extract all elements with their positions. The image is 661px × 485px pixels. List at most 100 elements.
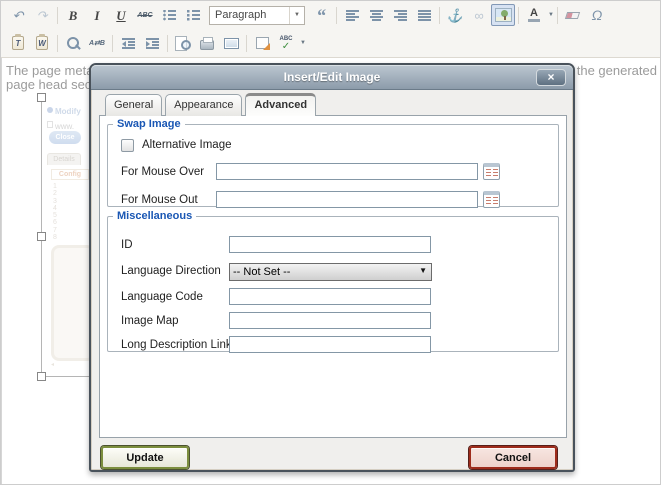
anchor-icon: ⚓ — [447, 9, 463, 22]
language-code-input[interactable] — [229, 288, 431, 305]
dialog-titlebar[interactable]: Insert/Edit Image × — [91, 65, 573, 90]
numbered-list-button[interactable] — [181, 4, 205, 26]
bold-button[interactable]: B — [61, 4, 85, 26]
tab-advanced[interactable]: Advanced — [245, 93, 316, 116]
toolbar-row-2: T W A⇄B ABC✓ ▼ — [1, 29, 660, 57]
toolbar-separator — [518, 7, 519, 24]
mouse-over-browse-button[interactable] — [483, 163, 500, 180]
language-direction-select-wrap: -- Not Set -- ▼ — [229, 262, 432, 280]
align-left-button[interactable] — [340, 4, 364, 26]
special-char-button[interactable]: Ω — [585, 4, 609, 26]
align-right-icon — [394, 10, 407, 21]
format-select-value: Paragraph — [210, 9, 289, 21]
advanced-tab-panel: Swap Image Alternative Image For Mouse O… — [99, 115, 567, 438]
forecolor-button[interactable]: A — [522, 4, 546, 26]
ghost-close-button: Close — [49, 131, 81, 144]
close-button[interactable]: × — [536, 69, 566, 86]
tab-general[interactable]: General — [105, 94, 162, 116]
ghost-doc-icon — [47, 121, 53, 128]
align-justify-button[interactable] — [412, 4, 436, 26]
toolbar-separator — [246, 35, 247, 52]
toolbar-separator — [112, 35, 113, 52]
fullscreen-button[interactable] — [219, 32, 243, 54]
bullet-list-icon — [163, 10, 176, 21]
spellcheck-icon: ABC✓ — [280, 36, 293, 51]
image-map-input[interactable] — [229, 312, 431, 329]
cancel-button[interactable]: Cancel — [469, 446, 557, 469]
selected-image-ghost: Modify www. Close Details Config 1 2 3 4… — [45, 95, 89, 379]
find-button[interactable] — [61, 32, 85, 54]
redo-icon: ↷ — [37, 9, 48, 22]
paste-from-word-button[interactable]: W — [30, 32, 54, 54]
omega-icon: Ω — [592, 8, 603, 22]
toolbar-row-1: ↶ ↷ B I U ABC Paragraph ▼ “ ⚓ ∞ — [1, 1, 660, 29]
bullet-list-button[interactable] — [157, 4, 181, 26]
paste-as-text-button[interactable]: T — [6, 32, 30, 54]
mouse-over-input[interactable] — [216, 163, 478, 180]
align-justify-icon — [418, 10, 431, 21]
mouse-out-browse-button[interactable] — [483, 191, 500, 208]
dialog-title: Insert/Edit Image — [91, 65, 573, 90]
undo-button[interactable]: ↶ — [6, 4, 30, 26]
italic-icon: I — [94, 9, 99, 22]
long-description-link-input[interactable] — [229, 336, 431, 353]
spellcheck-menu-arrow[interactable]: ▼ — [300, 40, 306, 46]
toolbar-separator — [57, 7, 58, 24]
italic-button[interactable]: I — [85, 4, 109, 26]
dialog-tabs: General Appearance Advanced — [105, 93, 316, 116]
id-label: ID — [121, 239, 133, 251]
preview-icon — [175, 36, 191, 51]
image-icon — [495, 8, 512, 22]
remove-format-button[interactable] — [561, 4, 585, 26]
find-replace-button[interactable]: A⇄B — [85, 32, 109, 54]
toolbar-separator — [439, 7, 440, 24]
blockquote-button[interactable]: “ — [309, 4, 333, 26]
ghost-title: Modify — [55, 107, 81, 116]
align-center-icon — [370, 10, 383, 21]
strikethrough-button[interactable]: ABC — [133, 4, 157, 26]
blockquote-icon: “ — [316, 10, 326, 20]
forecolor-menu-arrow[interactable]: ▼ — [548, 12, 554, 18]
ghost-config-header: Config — [51, 169, 89, 180]
outdent-icon — [122, 38, 135, 49]
anchor-button[interactable]: ⚓ — [443, 4, 467, 26]
redo-button[interactable]: ↷ — [30, 4, 54, 26]
align-left-icon — [346, 10, 359, 21]
search-icon — [66, 36, 81, 51]
editor-toolbar: ↶ ↷ B I U ABC Paragraph ▼ “ ⚓ ∞ — [1, 1, 660, 58]
page-text-line2: page head sect — [6, 78, 95, 92]
insert-image-button[interactable] — [491, 4, 515, 26]
forecolor-icon: A — [528, 8, 540, 22]
print-button[interactable] — [195, 32, 219, 54]
tab-appearance[interactable]: Appearance — [165, 94, 242, 116]
bold-icon: B — [69, 9, 78, 22]
language-code-label: Language Code — [121, 291, 203, 303]
outdent-button[interactable] — [116, 32, 140, 54]
toolbar-separator — [57, 35, 58, 52]
mouse-out-label: For Mouse Out — [121, 194, 198, 206]
underline-icon: U — [116, 9, 125, 22]
swap-image-legend: Swap Image — [113, 118, 185, 130]
tinymce-editor-window: ↶ ↷ B I U ABC Paragraph ▼ “ ⚓ ∞ — [0, 0, 661, 485]
indent-button[interactable] — [140, 32, 164, 54]
align-right-button[interactable] — [388, 4, 412, 26]
ghost-url: www. — [55, 122, 74, 131]
update-button[interactable]: Update — [101, 446, 189, 469]
unlink-button[interactable]: ∞ — [467, 4, 491, 26]
numbered-list-icon — [187, 10, 200, 21]
strikethrough-icon: ABC — [137, 12, 152, 19]
alternative-image-checkbox[interactable] — [121, 139, 134, 152]
unlink-icon: ∞ — [474, 9, 483, 22]
preview-button[interactable] — [171, 32, 195, 54]
id-input[interactable] — [229, 236, 431, 253]
align-center-button[interactable] — [364, 4, 388, 26]
mouse-over-label: For Mouse Over — [121, 166, 204, 178]
language-direction-select[interactable]: -- Not Set -- — [229, 263, 432, 281]
insert-template-button[interactable] — [250, 32, 274, 54]
mouse-out-input[interactable] — [216, 191, 478, 208]
insert-edit-image-dialog: Insert/Edit Image × General Appearance A… — [89, 63, 575, 472]
miscellaneous-fieldset: Miscellaneous ID Language Direction -- N… — [107, 210, 559, 352]
spellcheck-button[interactable]: ABC✓ — [274, 32, 298, 54]
format-select[interactable]: Paragraph ▼ — [209, 6, 305, 25]
underline-button[interactable]: U — [109, 4, 133, 26]
